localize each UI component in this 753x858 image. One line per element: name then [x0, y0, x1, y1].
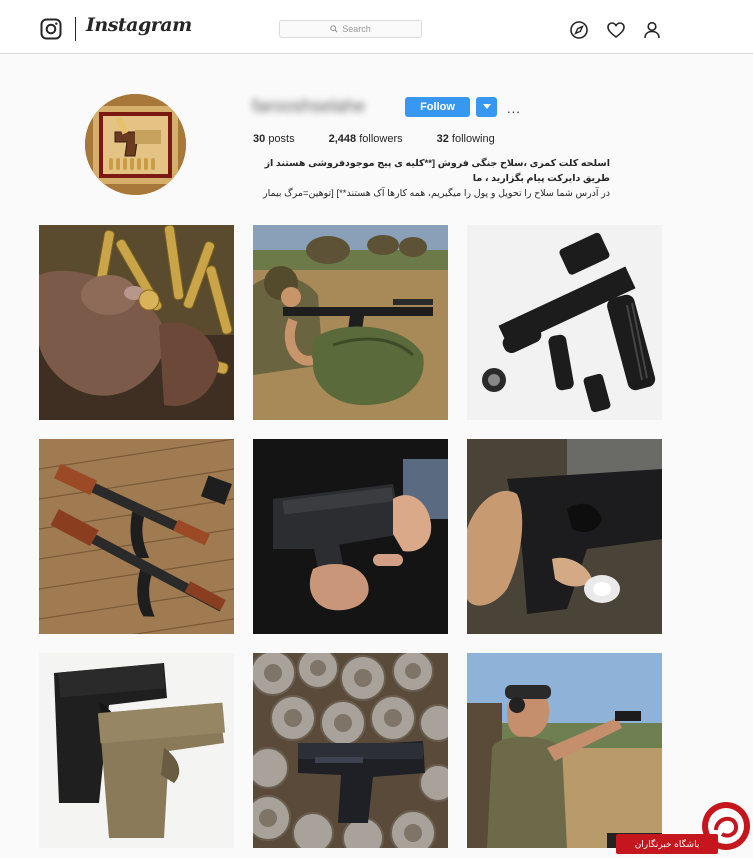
- post-thumbnail[interactable]: [467, 225, 662, 420]
- more-options-button[interactable]: ...: [507, 101, 521, 116]
- caret-down-icon: [482, 104, 491, 109]
- search-placeholder: Search: [342, 24, 371, 34]
- post-thumbnail[interactable]: [467, 439, 662, 634]
- top-navigation-bar: Instagram Search: [0, 0, 753, 54]
- heart-icon[interactable]: [606, 20, 626, 40]
- suggestions-dropdown-button[interactable]: [476, 97, 497, 117]
- avatar-image: [85, 94, 186, 195]
- post-thumbnail[interactable]: [253, 653, 448, 848]
- profile-avatar[interactable]: [85, 94, 186, 195]
- posts-count: 30: [253, 133, 266, 145]
- post-thumbnail[interactable]: [39, 439, 234, 634]
- compass-icon[interactable]: [569, 20, 589, 40]
- profile-stats: 30 posts 2,448 followers 32 following: [253, 133, 529, 145]
- post-thumbnail[interactable]: [39, 225, 234, 420]
- search-input[interactable]: Search: [279, 20, 422, 38]
- following-label: following: [451, 133, 495, 145]
- post-thumbnail[interactable]: [467, 653, 662, 848]
- followers-label: followers: [359, 133, 403, 145]
- post-image-shooting-range: [467, 653, 662, 848]
- post-image-soldiers: [253, 225, 448, 420]
- post-image-tactical-rifle: [467, 225, 662, 420]
- post-thumbnail[interactable]: [253, 225, 448, 420]
- posts-stat: 30 posts: [253, 133, 295, 145]
- profile-bio: اسلحه کلت کمری ،سلاح جنگی فروش [**کلیه ی…: [250, 156, 610, 201]
- instagram-wordmark[interactable]: Instagram: [86, 14, 192, 36]
- post-thumbnail[interactable]: [253, 439, 448, 634]
- following-stat[interactable]: 32 following: [437, 133, 495, 145]
- following-count: 32: [436, 133, 449, 145]
- search-icon: [330, 25, 338, 33]
- post-thumbnail[interactable]: [39, 653, 234, 848]
- post-image-pistol-pinecones: [253, 653, 448, 848]
- watermark-caption: باشگاه خبرنگاران: [616, 834, 718, 854]
- logo-divider: [75, 17, 76, 41]
- followers-stat[interactable]: 2,448 followers: [329, 133, 403, 145]
- post-image-pistol-hand: [253, 439, 448, 634]
- post-image-pistol-closeup: [467, 439, 662, 634]
- person-icon[interactable]: [642, 20, 662, 40]
- post-image-ak47: [39, 439, 234, 634]
- followers-count: 2,448: [328, 133, 357, 145]
- bio-line: در آدرس شما سلاح را تحویل و پول را میگیر…: [263, 188, 610, 199]
- post-image-two-glocks: [39, 653, 234, 848]
- profile-username: farooshselahe: [252, 96, 366, 116]
- posts-label: posts: [268, 133, 295, 145]
- post-image-cartridges: [39, 225, 234, 420]
- follow-button[interactable]: Follow: [405, 97, 470, 117]
- bio-line: اسلحه کلت کمری ،سلاح جنگی فروش [**کلیه ی…: [264, 158, 610, 184]
- instagram-glyph-icon[interactable]: [40, 18, 62, 40]
